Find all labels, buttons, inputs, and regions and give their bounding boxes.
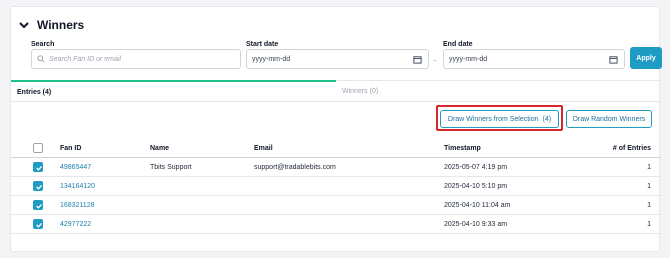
entry-count: 1 <box>647 163 651 171</box>
end-date-label: End date <box>443 41 473 48</box>
search-label: Search <box>31 41 55 48</box>
entry-timestamp: 2025-04-10 5:10 pm <box>444 182 508 190</box>
date-separator: – <box>433 57 437 64</box>
table-row[interactable]: 49865447 Tbits Support support@tradableb… <box>11 158 661 177</box>
entry-count: 1 <box>647 201 651 209</box>
table-row[interactable]: 42977222 2025-04-10 9:33 am 1 <box>11 215 661 234</box>
search-input[interactable]: Search Fan ID or email <box>31 49 241 69</box>
end-date-value: yyyy-mm-dd <box>449 55 488 63</box>
filter-bar: Search Search Fan ID or email Start date… <box>21 39 662 73</box>
selection-highlight-box <box>436 105 563 131</box>
draw-random-winners-button[interactable]: Draw Random Winners <box>566 110 652 128</box>
column-header-email[interactable]: Email <box>254 145 273 152</box>
search-icon <box>37 55 45 63</box>
entry-count: 1 <box>647 182 651 190</box>
row-checkbox[interactable] <box>33 162 43 172</box>
row-checkbox[interactable] <box>33 200 43 210</box>
table-row[interactable]: 134164120 2025-04-10 5:10 pm 1 <box>11 177 661 196</box>
fan-id-link[interactable]: 49865447 <box>60 164 91 171</box>
start-date-field[interactable]: yyyy-mm-dd <box>246 49 429 69</box>
fan-name: Tbits Support <box>150 163 192 171</box>
column-header-entries[interactable]: # of Entries <box>613 145 651 152</box>
chevron-down-icon[interactable] <box>17 18 31 32</box>
calendar-icon[interactable] <box>413 55 422 64</box>
row-checkbox[interactable] <box>33 181 43 191</box>
fan-email: support@tradablebits.com <box>254 163 336 171</box>
calendar-icon[interactable] <box>609 55 618 64</box>
entry-timestamp: 2025-04-10 9:33 am <box>444 220 508 228</box>
check-icon <box>36 203 43 209</box>
winners-panel: Winners Search Search Fan ID or email St… <box>10 6 662 252</box>
fan-id-link[interactable]: 42977222 <box>60 221 91 228</box>
tab-entries[interactable]: Entries (4) <box>11 80 336 102</box>
apply-button[interactable]: Apply <box>630 47 662 69</box>
column-header-name[interactable]: Name <box>150 145 169 152</box>
entry-timestamp: 2025-05-07 4:19 pm <box>444 163 508 171</box>
start-date-label: Start date <box>246 41 279 48</box>
entry-timestamp: 2025-04-10 11:04 am <box>444 201 511 209</box>
panel-title: Winners <box>37 18 85 32</box>
row-checkbox[interactable] <box>33 219 43 229</box>
table-row[interactable]: 168321128 2025-04-10 11:04 am 1 <box>11 196 661 215</box>
start-date-value: yyyy-mm-dd <box>252 55 291 63</box>
panel-header[interactable]: Winners <box>17 15 84 35</box>
check-icon <box>36 165 43 171</box>
tab-bar: Entries (4) Winners (0) <box>11 80 661 102</box>
column-header-fan-id[interactable]: Fan ID <box>60 145 81 152</box>
column-header-timestamp[interactable]: Timestamp <box>444 145 481 152</box>
fan-id-link[interactable]: 134164120 <box>60 183 95 190</box>
tab-winners[interactable]: Winners (0) <box>336 80 661 102</box>
check-icon <box>36 222 43 228</box>
search-placeholder: Search Fan ID or email <box>49 55 121 63</box>
end-date-field[interactable]: yyyy-mm-dd <box>443 49 625 69</box>
fan-id-link[interactable]: 168321128 <box>60 202 95 209</box>
select-all-checkbox[interactable] <box>33 143 43 153</box>
check-icon <box>36 184 43 190</box>
entry-count: 1 <box>647 220 651 228</box>
table-header-row: Fan ID Name Email Timestamp # of Entries <box>11 139 661 158</box>
